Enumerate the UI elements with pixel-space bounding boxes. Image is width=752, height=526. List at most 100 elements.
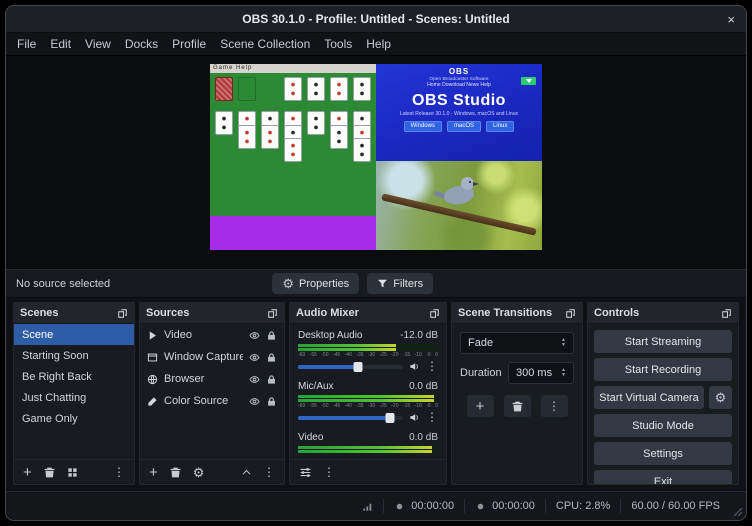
source-row[interactable]: Video [140,324,284,346]
mixer-channel-video: Video 0.0 dB [298,432,438,453]
window-capture-preview: Game Help [210,64,376,250]
menu-tools[interactable]: Tools [317,33,359,56]
eye-icon[interactable] [249,352,260,363]
audio-mixer-header: Audio Mixer [290,303,446,324]
preview-canvas[interactable]: Game Help [210,64,542,250]
scenes-panel-header: Scenes [14,303,134,324]
card [261,125,279,149]
volume-meter [298,399,438,402]
scene-item[interactable]: Game Only [14,408,134,429]
source-row[interactable]: Browser [140,368,284,390]
preview-area: Game Help [6,56,746,269]
menu-help[interactable]: Help [359,33,398,56]
add-scene-button[interactable]: + [23,466,32,479]
menu-profile[interactable]: Profile [165,33,213,56]
channel-name: Desktop Audio [298,330,363,341]
start-virtual-camera-button[interactable]: Start Virtual Camera [594,386,704,409]
site-download-buttons: Windows macOS Linux [376,121,542,132]
start-recording-button[interactable]: Start Recording [594,358,732,381]
move-source-up-button[interactable] [241,467,252,478]
scene-grid-mode-button[interactable] [67,467,78,478]
menu-bar: File Edit View Docks Profile Scene Colle… [6,33,746,56]
menu-edit[interactable]: Edit [43,33,78,56]
volume-slider[interactable] [298,416,403,420]
source-row[interactable]: Color Source [140,390,284,412]
menu-docks[interactable]: Docks [118,33,165,56]
lock-icon[interactable] [266,330,277,341]
mixer-menu-button[interactable]: ⋮ [323,466,335,479]
audio-mixer-toolbar: ⋮ [290,459,446,484]
channel-menu-button[interactable]: ⋮ [426,411,438,424]
popout-icon[interactable] [117,308,128,319]
sources-panel-header: Sources [140,303,284,324]
scene-item[interactable]: Scene [14,324,134,345]
site-subheading: Latest Release 30.1.0 · Windows, macOS a… [388,111,529,116]
source-properties-button[interactable]: ⚙ [193,466,205,479]
volume-slider[interactable] [298,365,403,369]
remove-source-button[interactable] [169,466,182,479]
transition-menu-button[interactable]: ⋮ [541,395,568,417]
channel-menu-button[interactable]: ⋮ [426,360,438,373]
scenes-menu-button[interactable]: ⋮ [113,466,125,479]
speaker-icon[interactable] [409,361,420,372]
menu-file[interactable]: File [10,33,43,56]
volume-slider-knob[interactable] [386,413,395,423]
virtual-camera-settings-button[interactable]: ⚙ [709,386,732,409]
eye-icon[interactable] [249,374,260,385]
title-bar: OBS 30.1.0 - Profile: Untitled - Scenes:… [6,6,746,33]
popout-icon[interactable] [565,308,576,319]
eye-icon[interactable] [249,396,260,407]
scene-item[interactable]: Be Right Back [14,366,134,387]
card [215,111,233,135]
studio-mode-button[interactable]: Studio Mode [594,414,732,437]
volume-meter [298,450,438,453]
resize-grip[interactable] [733,507,743,517]
popout-icon[interactable] [429,308,440,319]
menu-view[interactable]: View [78,33,118,56]
lock-icon[interactable] [266,352,277,363]
settings-button[interactable]: Settings [594,442,732,465]
popout-icon[interactable] [721,308,732,319]
site-download-badge [521,77,536,85]
exit-button[interactable]: Exit [594,470,732,484]
eye-icon[interactable] [249,330,260,341]
duration-spinbox[interactable]: 300 ms ▲▼ [508,362,574,384]
scene-item[interactable]: Starting Soon [14,345,134,366]
popout-icon[interactable] [267,308,278,319]
source-row[interactable]: Window Capture [140,346,284,368]
filters-button[interactable]: Filters [367,273,433,294]
mixer-settings-icon[interactable] [299,466,312,479]
close-button[interactable]: × [727,6,735,32]
no-source-selected-label: No source selected [16,278,110,290]
record-timer: 00:00:00 [411,500,454,512]
lock-icon[interactable] [266,374,277,385]
start-streaming-button[interactable]: Start Streaming [594,330,732,353]
menu-scene-collection[interactable]: Scene Collection [213,33,317,56]
cpu-usage: CPU: 2.8% [556,500,610,512]
properties-button[interactable]: ⚙ Properties [272,273,359,294]
stream-timer: 00:00:00 [492,500,535,512]
filters-label: Filters [393,278,423,290]
scene-item[interactable]: Just Chatting [14,387,134,408]
volume-slider-knob[interactable] [353,362,362,372]
spin-arrows-icon[interactable]: ▲▼ [561,368,566,378]
card [330,77,348,101]
stream-indicator-icon [475,501,486,512]
speaker-icon[interactable] [409,412,420,423]
record-indicator-icon [394,501,405,512]
add-source-button[interactable]: + [149,466,158,479]
lock-icon[interactable] [266,396,277,407]
audio-mixer-body: Desktop Audio -12.0 dB -60-55-50-45-40-3… [290,324,446,459]
volume-meter [298,395,438,398]
scenes-title: Scenes [20,307,59,319]
bird-graphic [442,177,482,211]
sources-menu-button[interactable]: ⋮ [263,466,275,479]
sources-panel: Sources Video Window Capture [139,302,285,485]
remove-scene-button[interactable] [43,466,56,479]
transition-select[interactable]: Fade ▲▼ [460,332,574,354]
add-transition-button[interactable]: + [467,395,494,417]
remove-transition-button[interactable] [504,395,531,417]
audio-mixer-title: Audio Mixer [296,307,359,319]
db-scale: -60-55-50-45-40-35-30-25-20-15-10-50 [298,403,438,409]
transition-selected: Fade [468,337,493,349]
